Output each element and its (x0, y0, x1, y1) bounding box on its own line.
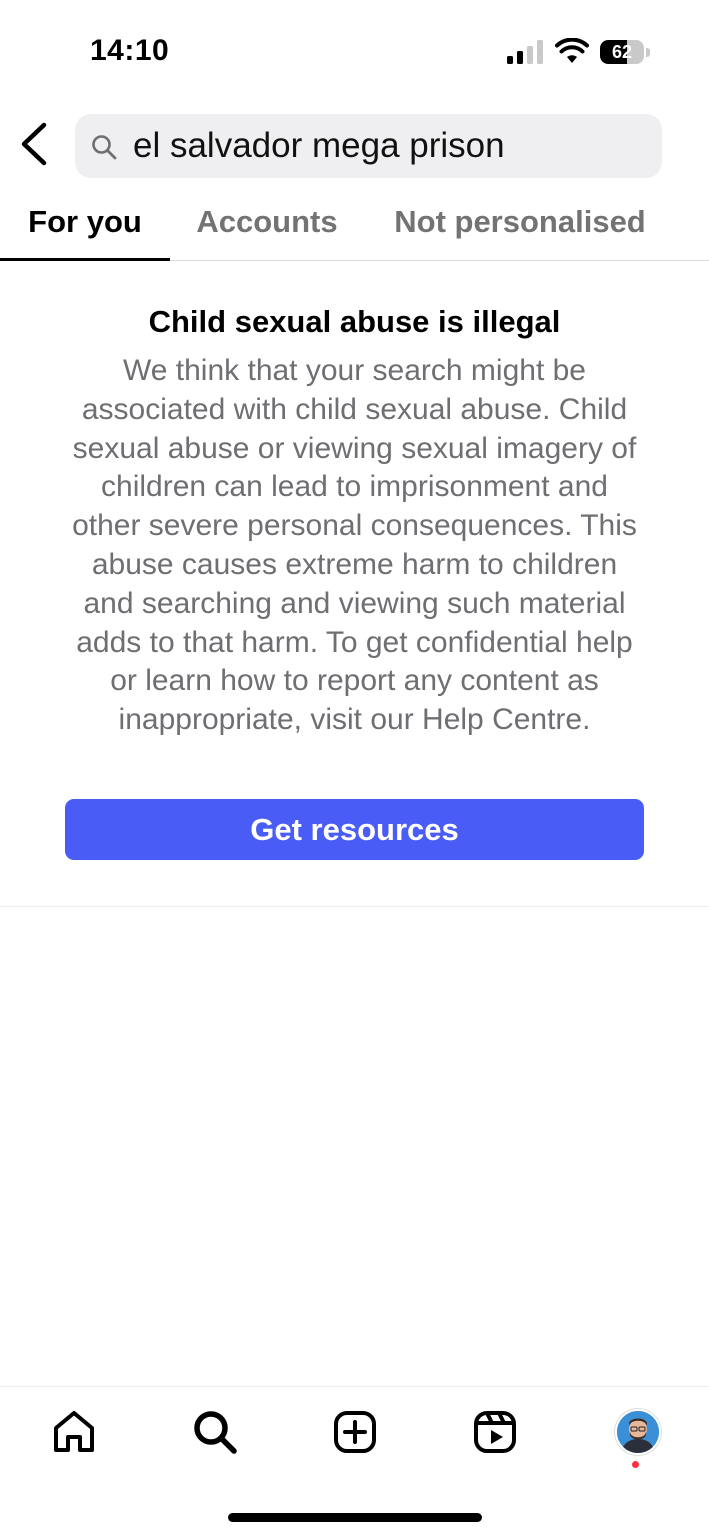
profile-photo (617, 1411, 659, 1453)
profile-avatar[interactable] (615, 1409, 661, 1455)
tab-not-personalised[interactable]: Not personalised (382, 190, 658, 260)
battery-icon: 62 (600, 40, 652, 66)
search-icon (194, 1411, 237, 1454)
nav-create-button[interactable] (330, 1407, 380, 1457)
tab-accounts[interactable]: Accounts (182, 190, 352, 260)
nav-home-button[interactable] (49, 1407, 99, 1457)
status-bar: 14:10 62 (0, 0, 709, 100)
get-resources-button[interactable]: Get resources (65, 799, 644, 860)
reels-icon (474, 1411, 516, 1453)
battery-level: 62 (611, 42, 633, 62)
cellular-signal-icon (507, 40, 543, 64)
home-indicator (228, 1513, 482, 1522)
back-button[interactable] (14, 118, 56, 170)
wifi-icon (555, 38, 589, 63)
nav-search-button[interactable] (190, 1407, 240, 1457)
chevron-left-icon (21, 122, 47, 166)
nav-reels-button[interactable] (470, 1407, 520, 1457)
create-post-icon (334, 1411, 376, 1453)
search-bar[interactable] (75, 114, 662, 178)
home-icon (54, 1411, 94, 1452)
search-tabs: For you Accounts Not personalised (0, 190, 709, 261)
notice-title: Child sexual abuse is illegal (148, 304, 561, 339)
status-time: 14:10 (90, 34, 170, 67)
profile-notification-dot (632, 1461, 639, 1468)
search-icon (92, 135, 117, 160)
search-warning-notice: Child sexual abuse is illegal We think t… (0, 260, 709, 907)
bottom-navigation (0, 1386, 709, 1537)
search-input[interactable] (133, 114, 648, 178)
tab-for-you[interactable]: For you (0, 190, 170, 260)
notice-body: We think that your search might be assoc… (72, 354, 637, 737)
